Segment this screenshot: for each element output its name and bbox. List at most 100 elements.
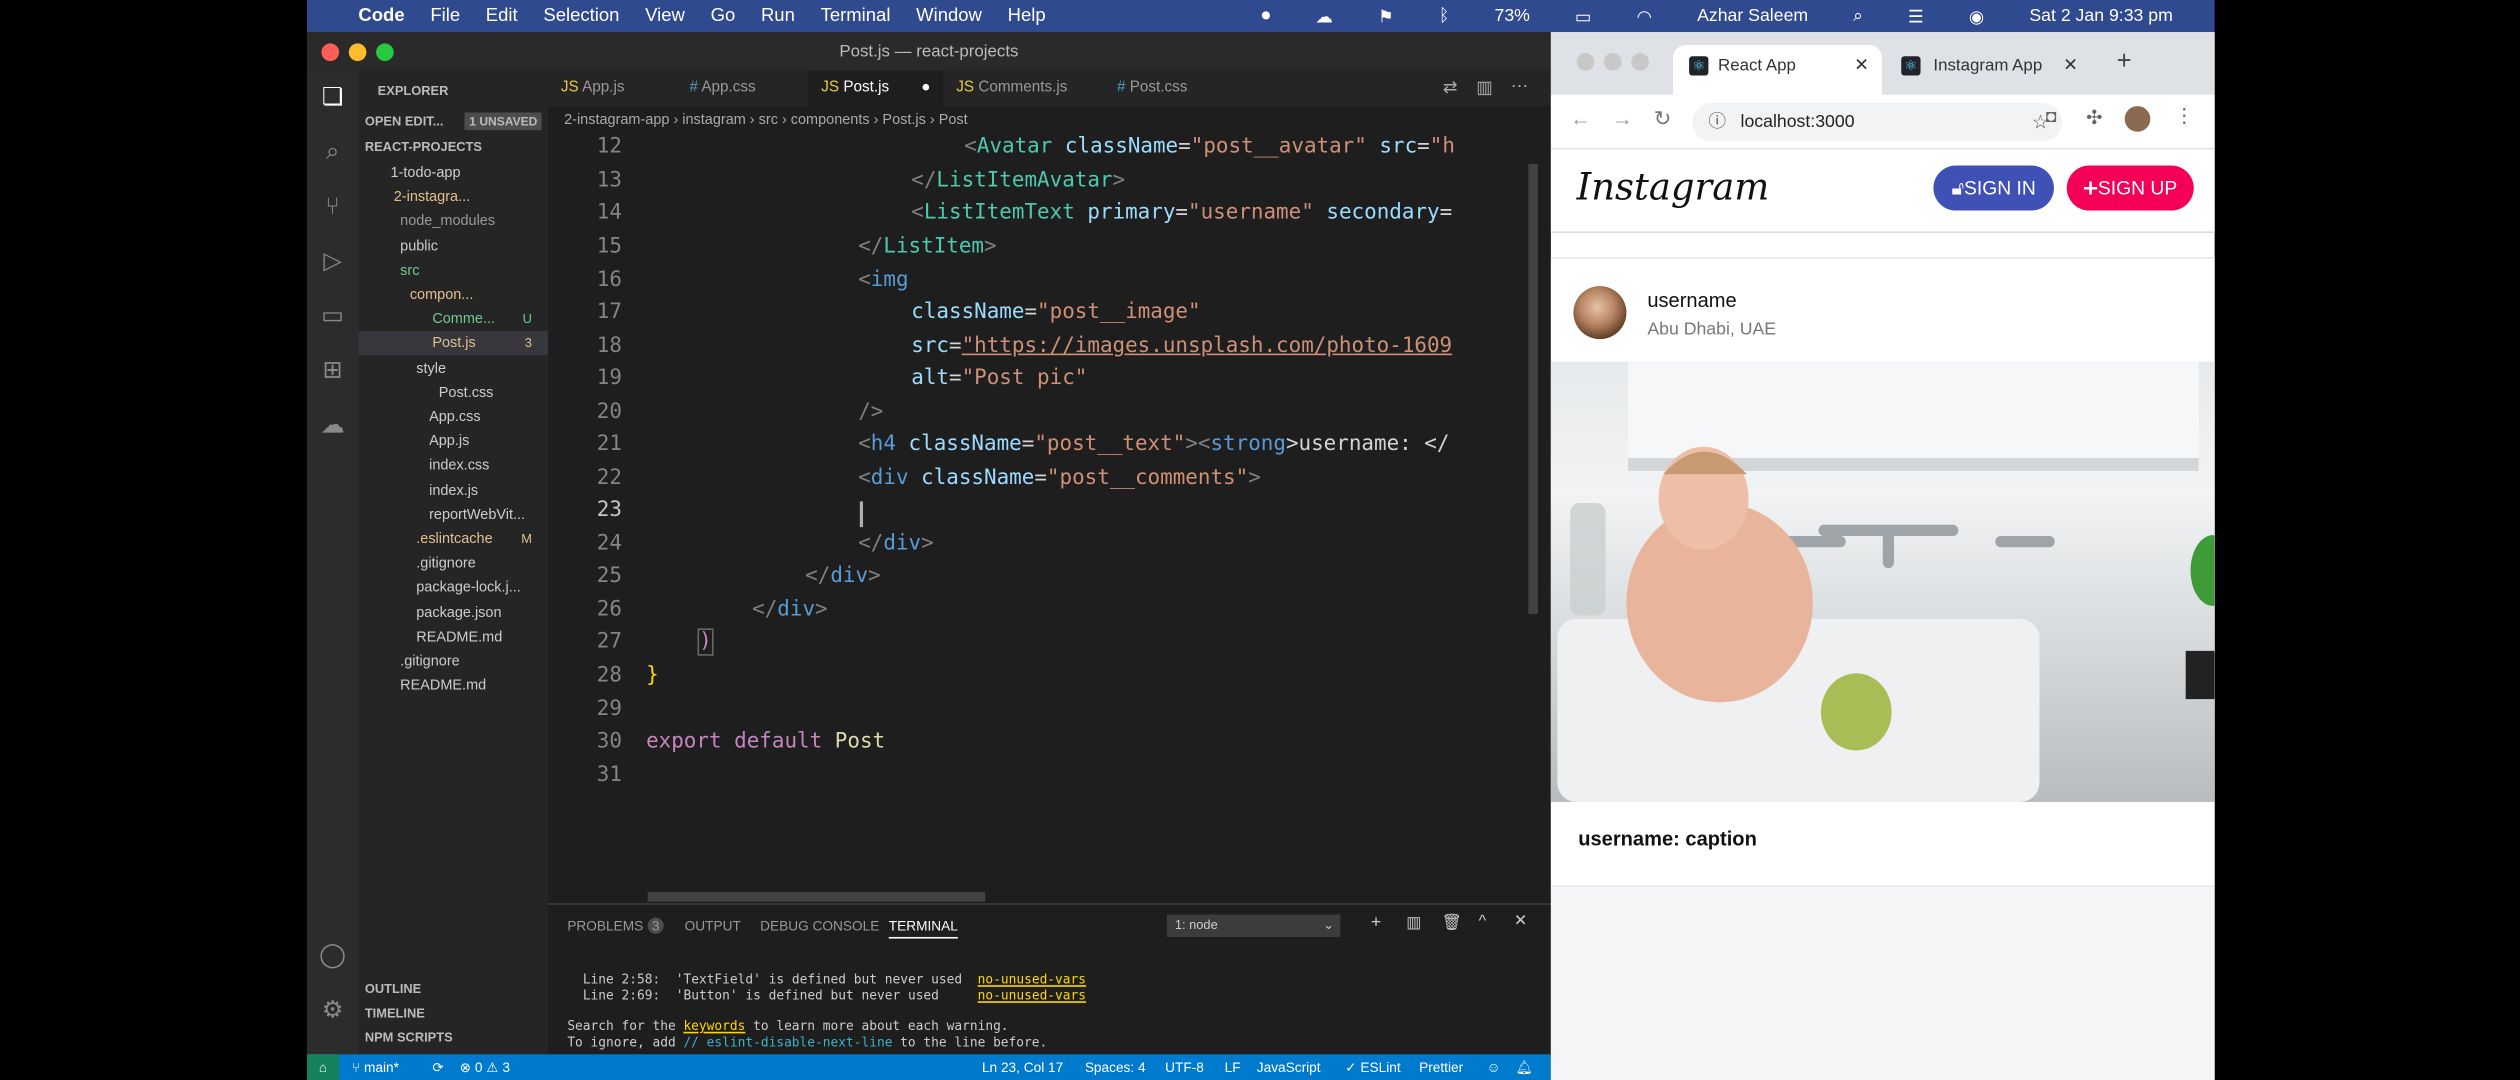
tab-react-app[interactable]: ⚛ React App ✕ [1673, 45, 1882, 95]
indentation[interactable]: Spaces: 4 [1085, 1054, 1146, 1080]
menu-terminal[interactable]: Terminal [821, 6, 891, 25]
tab-post-css[interactable]: # Post.css [1104, 71, 1249, 106]
breadcrumb[interactable]: 2-instagram-app › instagram › src › comp… [548, 106, 1551, 132]
minimize-window-icon[interactable] [1603, 53, 1622, 71]
tab-output[interactable]: OUTPUT [685, 918, 741, 934]
record-icon[interactable]: ⏺ [1262, 6, 1271, 27]
terminal-select[interactable]: 1: node ⌄ [1166, 914, 1341, 937]
tree-item[interactable]: .gitignore [358, 552, 548, 576]
tree-item[interactable]: .gitignore [358, 649, 548, 673]
editor-scrollbar[interactable] [1528, 163, 1539, 614]
tree-item[interactable]: public [358, 234, 548, 258]
close-tab-icon[interactable]: ✕ [2063, 45, 2078, 88]
tree-item[interactable]: README.md [358, 625, 548, 649]
url-bar[interactable]: ⓘ localhost:3000 ☆ [1692, 102, 2062, 142]
tree-item[interactable]: App.js [358, 429, 548, 453]
wifi-icon[interactable]: ◠ [1637, 6, 1652, 26]
tree-item[interactable]: index.js [358, 478, 548, 502]
maximize-panel-icon[interactable]: ^ [1479, 913, 1487, 931]
tab-terminal[interactable]: TERMINAL [888, 918, 958, 939]
minimize-window-icon[interactable] [348, 43, 367, 62]
menubar-clock[interactable]: Sat 2 Jan 9:33 pm [2029, 6, 2172, 25]
more-actions-icon[interactable]: ⋯ [1511, 76, 1529, 96]
back-icon[interactable]: ← [1570, 106, 1591, 130]
tree-item[interactable]: compon... [358, 283, 548, 307]
close-window-icon[interactable] [1576, 53, 1595, 71]
tree-item[interactable]: Post.css [358, 381, 548, 405]
post-username[interactable]: username [1647, 289, 1736, 312]
chrome-menu-icon[interactable]: ⋮ [2174, 104, 2193, 127]
tree-item[interactable]: App.css [358, 405, 548, 429]
new-terminal-icon[interactable]: + [1371, 913, 1381, 932]
tab-instagram-app[interactable]: ⚛ Instagram App ✕ [1888, 45, 2087, 95]
feedback-icon[interactable]: ☺ [1487, 1054, 1501, 1080]
project-section[interactable]: REACT-PROJECTS [365, 135, 548, 159]
profile-avatar[interactable] [2124, 106, 2151, 132]
menu-app-name[interactable]: Code [358, 6, 404, 25]
close-panel-icon[interactable]: ✕ [1514, 913, 1527, 931]
bell-icon[interactable]: 🔔︎ [1516, 1054, 1533, 1080]
battery-percent[interactable]: 73% [1495, 6, 1530, 25]
siri-icon[interactable]: ◉ [1969, 6, 1984, 26]
menu-edit[interactable]: Edit [486, 6, 518, 25]
menu-file[interactable]: File [430, 6, 460, 25]
menu-help[interactable]: Help [1008, 6, 1046, 25]
files-icon[interactable]: ❏ [318, 84, 347, 113]
instagram-logo[interactable]: Instagram [1577, 167, 1770, 209]
menu-run[interactable]: Run [761, 6, 795, 25]
flag-icon[interactable]: ⚑ [1378, 6, 1394, 26]
new-tab-icon[interactable]: + [2117, 48, 2132, 77]
tree-item[interactable]: 1-todo-app [358, 161, 548, 185]
tab-post-js[interactable]: JS Post.js ● [808, 70, 944, 107]
split-terminal-icon[interactable]: ▥ [1406, 914, 1421, 932]
eslint-status[interactable]: ✓ ESLint [1345, 1054, 1400, 1080]
maximize-window-icon[interactable] [376, 43, 394, 62]
menu-go[interactable]: Go [711, 6, 736, 25]
outline-section[interactable]: OUTLINE [365, 977, 548, 1001]
npm-scripts-section[interactable]: NPM SCRIPTS [365, 1025, 548, 1049]
extensions-icon[interactable]: ⊞ [318, 357, 347, 386]
close-window-icon[interactable] [321, 43, 340, 62]
sync-icon[interactable]: ⟳ [432, 1054, 443, 1080]
branch-icon[interactable]: ⑂ main* [352, 1054, 399, 1080]
tree-item[interactable]: reportWebVit... [358, 503, 548, 527]
line-ending[interactable]: LF [1225, 1054, 1241, 1080]
maximize-window-icon[interactable] [1631, 53, 1649, 71]
tree-item[interactable]: Post.js 3 [358, 331, 549, 356]
tree-item[interactable]: src [358, 258, 548, 282]
menu-window[interactable]: Window [916, 6, 982, 25]
tab-app-css[interactable]: # App.css [677, 71, 809, 106]
tab-comments-js[interactable]: JS Comments.js [943, 71, 1104, 106]
avatar[interactable] [1573, 286, 1627, 340]
language-mode[interactable]: JavaScript [1257, 1054, 1321, 1080]
code-editor[interactable]: 12 13 14 15 16 17 18 19 20 21 22 23 24 25 26 27 28 29 30 31… [548, 131, 1551, 904]
source-control-icon[interactable]: ⑂ [318, 193, 347, 222]
settings-gear-icon[interactable]: ⚙ [318, 996, 347, 1025]
docker-icon[interactable]: ☁ [318, 411, 347, 440]
tab-problems[interactable]: PROBLEMS 3 [567, 917, 665, 934]
menubar-user[interactable]: Azhar Saleem [1697, 6, 1808, 25]
cursor-position[interactable]: Ln 23, Col 17 [982, 1054, 1063, 1080]
tree-item[interactable]: README.md [358, 674, 548, 698]
tree-item[interactable]: Comme... U [358, 307, 548, 331]
run-debug-icon[interactable]: ▷ [318, 248, 347, 277]
tree-item[interactable]: package.json [358, 600, 548, 624]
menu-selection[interactable]: Selection [543, 6, 619, 25]
timeline-section[interactable]: TIMELINE [365, 1001, 548, 1025]
sign-up-button[interactable]: ➕︎SIGN UP [2066, 165, 2194, 211]
remote-icon[interactable]: ⌂ [306, 1054, 340, 1080]
compare-icon[interactable]: ⇄ [1443, 77, 1458, 98]
remote-explorer-icon[interactable]: ▭ [318, 302, 347, 331]
docker-icon[interactable]: ☁ [1315, 6, 1333, 26]
open-editors-section[interactable]: OPEN EDIT... 1 UNSAVED [365, 109, 548, 133]
tree-item[interactable]: style [358, 356, 548, 380]
tab-debug-console[interactable]: DEBUG CONSOLE [760, 918, 879, 934]
forward-icon[interactable]: → [1612, 106, 1633, 130]
menu-view[interactable]: View [645, 6, 685, 25]
trash-icon[interactable]: 🗑 [1442, 914, 1462, 932]
bluetooth-icon[interactable]: ᛒ [1439, 6, 1450, 25]
split-editor-icon[interactable]: ▥ [1476, 77, 1493, 98]
post-image[interactable] [1550, 361, 2215, 802]
encoding[interactable]: UTF-8 [1165, 1054, 1204, 1080]
tree-item[interactable]: 2-instagra... [358, 185, 548, 209]
